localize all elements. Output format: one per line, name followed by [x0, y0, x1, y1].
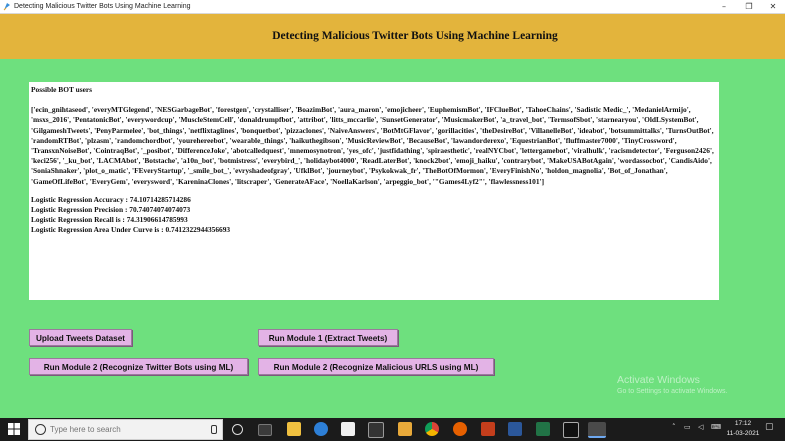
store-icon[interactable]	[341, 422, 355, 436]
metric-recall: Logistic Regression Recall is : 74.31906…	[31, 215, 188, 225]
edge-icon[interactable]	[314, 422, 328, 436]
search-input[interactable]	[49, 420, 200, 439]
taskbar: ˄ ▭ ◁ ⌨ 17:12 11-03-2021 ▢	[0, 418, 785, 441]
output-content: Possible BOT users ['ecin_gnihtaseod', '…	[29, 82, 719, 236]
python-icon[interactable]	[588, 422, 606, 438]
clock-date: 11-03-2021	[726, 430, 760, 437]
run-module2-urls-button[interactable]: Run Module 2 (Recognize Malicious URLS u…	[258, 358, 494, 375]
app-feather-icon	[3, 3, 10, 11]
mail-icon[interactable]	[368, 422, 384, 438]
output-heading: Possible BOT users	[31, 85, 93, 94]
tray-chevron-icon[interactable]: ˄	[672, 423, 676, 431]
upload-dataset-button[interactable]: Upload Tweets Dataset	[29, 329, 132, 346]
activate-windows-title: Activate Windows	[617, 374, 700, 386]
window-titlebar: Detecting Malicious Twitter Bots Using M…	[0, 0, 785, 14]
task-view-icon[interactable]	[232, 424, 243, 435]
clock-time: 17:12	[734, 420, 752, 427]
page-title: Detecting Malicious Twitter Bots Using M…	[272, 30, 558, 42]
keyboard-icon[interactable]: ⌨	[711, 423, 721, 431]
folder-icon[interactable]	[398, 422, 412, 436]
multitask-icon[interactable]	[258, 424, 272, 436]
output-textarea[interactable]: Possible BOT users ['ecin_gnihtaseod', '…	[29, 82, 719, 300]
windows-start-icon[interactable]	[8, 423, 20, 435]
bot-users-list: ['ecin_gnihtaseod', 'everyMTGlegend', 'N…	[31, 105, 714, 186]
maximize-button[interactable]: ❐	[737, 0, 761, 13]
metric-auc: Logistic Regression Area Under Curve is …	[31, 225, 231, 235]
activate-windows-subtitle: Go to Settings to activate Windows.	[617, 388, 728, 395]
notification-icon[interactable]: ▢	[765, 422, 774, 432]
clock[interactable]: 17:12 11-03-2021	[726, 419, 760, 439]
powerpoint-icon[interactable]	[481, 422, 495, 436]
minimize-button[interactable]: –	[712, 0, 736, 13]
metric-accuracy: Logistic Regression Accuracy : 74.107142…	[31, 194, 191, 204]
window-title: Detecting Malicious Twitter Bots Using M…	[14, 3, 191, 10]
run-module2-bots-button[interactable]: Run Module 2 (Recognize Twitter Bots usi…	[29, 358, 248, 375]
taskbar-search[interactable]	[28, 419, 223, 440]
app-header: Detecting Malicious Twitter Bots Using M…	[0, 14, 785, 59]
run-module1-button[interactable]: Run Module 1 (Extract Tweets)	[258, 329, 398, 346]
word-icon[interactable]	[508, 422, 522, 436]
close-button[interactable]: ✕	[761, 0, 785, 13]
search-icon	[35, 424, 46, 435]
microphone-icon[interactable]	[211, 425, 217, 434]
metric-precision: Logistic Regression Precision : 70.74074…	[31, 205, 191, 215]
file-explorer-icon[interactable]	[287, 422, 301, 436]
volume-icon[interactable]: ◁	[698, 423, 703, 431]
firefox-icon[interactable]	[453, 422, 467, 436]
terminal-icon[interactable]	[563, 422, 579, 438]
chrome-icon[interactable]	[425, 422, 439, 436]
network-icon[interactable]: ▭	[684, 423, 691, 431]
excel-icon[interactable]	[536, 422, 550, 436]
